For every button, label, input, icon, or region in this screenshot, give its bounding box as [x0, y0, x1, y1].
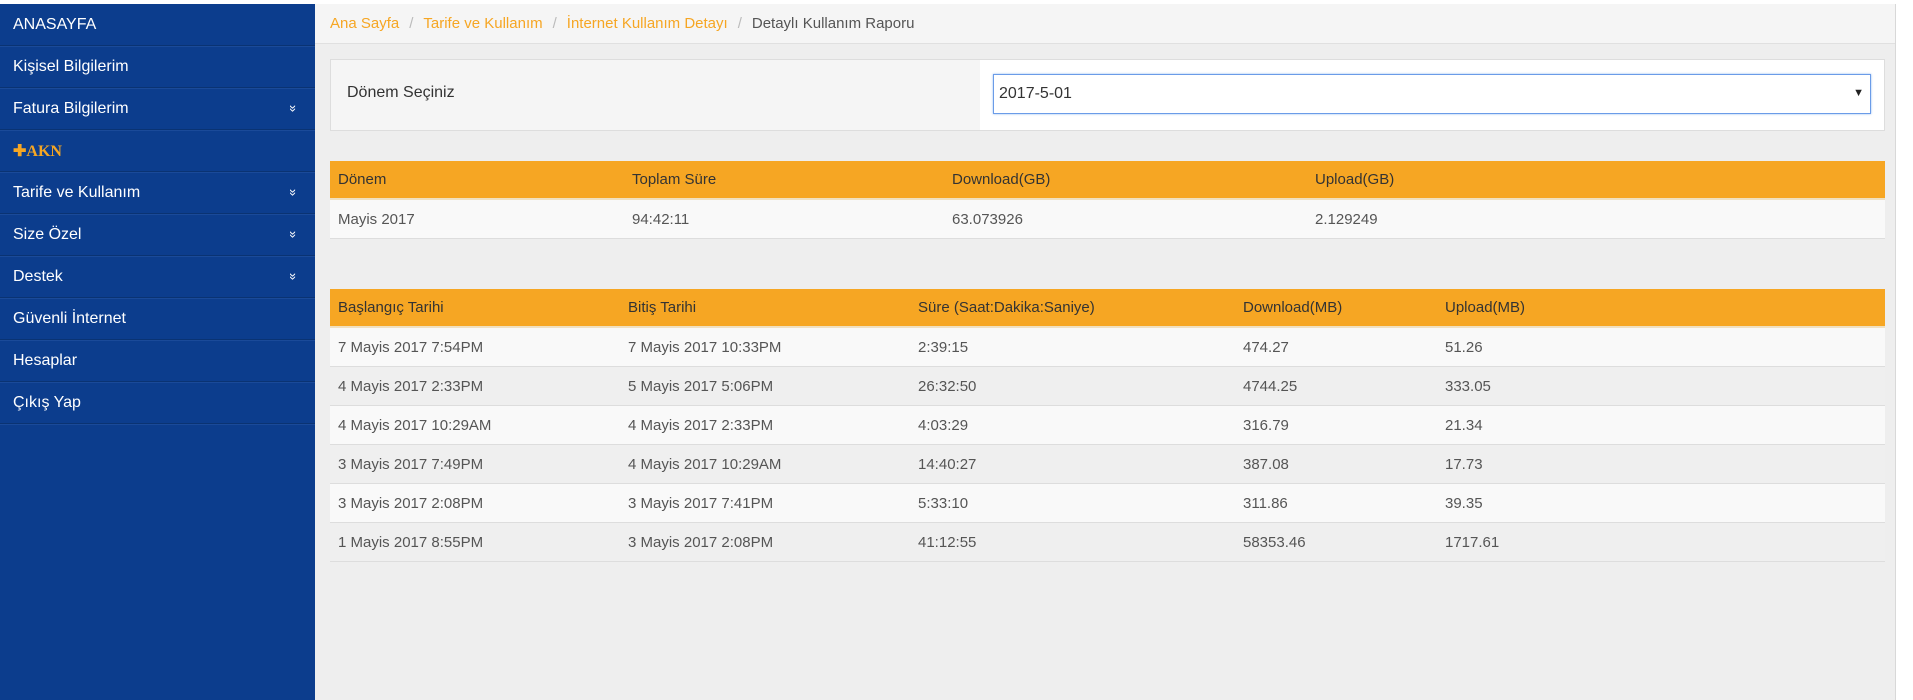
summary-table: Dönem Toplam Süre Download(GB) Upload(GB…	[330, 161, 1885, 239]
summary-header-row: Dönem Toplam Süre Download(GB) Upload(GB…	[330, 161, 1885, 200]
sidebar-item-destek[interactable]: Destek »	[0, 256, 315, 298]
table-row: 1 Mayis 2017 8:55PM 3 Mayis 2017 2:08PM …	[330, 522, 1885, 562]
column-header-bitis-tarihi: Bitiş Tarihi	[620, 289, 910, 328]
sidebar-item-label: Size Özel	[13, 225, 82, 243]
column-header-sure: Süre (Saat:Dakika:Saniye)	[910, 289, 1235, 328]
table-cell: 4744.25	[1235, 366, 1437, 406]
sidebar-item-label: Destek	[13, 267, 63, 285]
table-cell: 63.073926	[944, 199, 1307, 239]
breadcrumb-current: Detaylı Kullanım Raporu	[751, 15, 915, 32]
table-cell: 311.86	[1235, 483, 1437, 523]
table-row: 3 Mayis 2017 7:49PM 4 Mayis 2017 10:29AM…	[330, 444, 1885, 484]
column-header-donem: Dönem	[330, 161, 624, 200]
table-cell: 7 Mayis 2017 7:54PM	[330, 327, 620, 367]
table-cell: 2.129249	[1307, 199, 1885, 239]
period-select-value: 2017-5-01	[999, 85, 1072, 102]
table-cell: 39.35	[1437, 483, 1885, 523]
table-cell: Mayis 2017	[330, 199, 624, 239]
sidebar-item-label: Fatura Bilgilerim	[13, 99, 129, 117]
table-cell: 387.08	[1235, 444, 1437, 484]
column-header-download-gb: Download(GB)	[944, 161, 1307, 200]
sidebar: ANASAYFA Kişisel Bilgilerim Fatura Bilgi…	[0, 4, 315, 700]
sidebar-item-akn[interactable]: ✚AKN	[0, 130, 315, 172]
table-cell: 4:03:29	[910, 405, 1235, 445]
period-select[interactable]: 2017-5-01 ▼	[993, 74, 1871, 114]
table-cell: 1717.61	[1437, 522, 1885, 562]
table-cell: 474.27	[1235, 327, 1437, 367]
breadcrumb-separator: /	[552, 15, 557, 32]
sidebar-item-label: Kişisel Bilgilerim	[13, 57, 129, 75]
sidebar-item-label: ANASAYFA	[13, 15, 97, 33]
sidebar-item-anasayfa[interactable]: ANASAYFA	[0, 4, 315, 46]
table-row: 4 Mayis 2017 10:29AM 4 Mayis 2017 2:33PM…	[330, 405, 1885, 445]
table-cell: 3 Mayis 2017 2:08PM	[620, 522, 910, 562]
table-cell: 5:33:10	[910, 483, 1235, 523]
table-cell: 3 Mayis 2017 7:41PM	[620, 483, 910, 523]
breadcrumb-separator: /	[737, 15, 742, 32]
scrollbar-track[interactable]	[1895, 4, 1913, 700]
table-row: 7 Mayis 2017 7:54PM 7 Mayis 2017 10:33PM…	[330, 327, 1885, 367]
sidebar-item-cikis-yap[interactable]: Çıkış Yap	[0, 382, 315, 424]
table-cell: 3 Mayis 2017 2:08PM	[330, 483, 620, 523]
chevron-double-down-icon: »	[285, 230, 301, 239]
chevron-double-down-icon: »	[285, 272, 301, 281]
period-selector-panel: Dönem Seçiniz 2017-5-01 ▼	[330, 59, 1885, 131]
table-cell: 7 Mayis 2017 10:33PM	[620, 327, 910, 367]
table-cell: 5 Mayis 2017 5:06PM	[620, 366, 910, 406]
table-row: Mayis 2017 94:42:11 63.073926 2.129249	[330, 199, 1885, 239]
column-header-upload-mb: Upload(MB)	[1437, 289, 1885, 328]
sidebar-item-guvenli-internet[interactable]: Güvenli İnternet	[0, 298, 315, 340]
table-cell: 21.34	[1437, 405, 1885, 445]
dropdown-arrow-icon: ▼	[1853, 87, 1864, 99]
table-cell: 41:12:55	[910, 522, 1235, 562]
sidebar-item-fatura-bilgilerim[interactable]: Fatura Bilgilerim »	[0, 88, 315, 130]
column-header-download-mb: Download(MB)	[1235, 289, 1437, 328]
sidebar-item-label: Güvenli İnternet	[13, 309, 126, 327]
table-row: 4 Mayis 2017 2:33PM 5 Mayis 2017 5:06PM …	[330, 366, 1885, 406]
chevron-double-down-icon: »	[285, 104, 301, 113]
chevron-double-down-icon: »	[285, 188, 301, 197]
column-header-upload-gb: Upload(GB)	[1307, 161, 1885, 200]
detail-header-row: Başlangıç Tarihi Bitiş Tarihi Süre (Saat…	[330, 289, 1885, 328]
sidebar-item-kisisel-bilgilerim[interactable]: Kişisel Bilgilerim	[0, 46, 315, 88]
main-content: Ana Sayfa / Tarife ve Kullanım / İnterne…	[315, 4, 1895, 700]
table-cell: 4 Mayis 2017 10:29AM	[330, 405, 620, 445]
table-cell: 316.79	[1235, 405, 1437, 445]
akn-logo: ✚AKN	[13, 142, 62, 160]
table-cell: 94:42:11	[624, 199, 944, 239]
table-cell: 58353.46	[1235, 522, 1437, 562]
table-cell: 51.26	[1437, 327, 1885, 367]
sidebar-item-label: Tarife ve Kullanım	[13, 183, 141, 201]
table-cell: 4 Mayis 2017 10:29AM	[620, 444, 910, 484]
breadcrumb-separator: /	[409, 15, 414, 32]
breadcrumb: Ana Sayfa / Tarife ve Kullanım / İnterne…	[315, 4, 1895, 44]
period-label: Dönem Seçiniz	[347, 84, 455, 101]
table-cell: 17.73	[1437, 444, 1885, 484]
sidebar-item-hesaplar[interactable]: Hesaplar	[0, 340, 315, 382]
table-cell: 4 Mayis 2017 2:33PM	[620, 405, 910, 445]
period-select-container: 2017-5-01 ▼	[980, 60, 1884, 130]
table-cell: 26:32:50	[910, 366, 1235, 406]
table-cell: 2:39:15	[910, 327, 1235, 367]
sidebar-item-tarife-ve-kullanim[interactable]: Tarife ve Kullanım »	[0, 172, 315, 214]
detail-table: Başlangıç Tarihi Bitiş Tarihi Süre (Saat…	[330, 289, 1885, 562]
column-header-baslangic-tarihi: Başlangıç Tarihi	[330, 289, 620, 328]
column-header-toplam-sure: Toplam Süre	[624, 161, 944, 200]
breadcrumb-ana-sayfa[interactable]: Ana Sayfa	[330, 15, 399, 32]
breadcrumb-internet-kullanim-detayi[interactable]: İnternet Kullanım Detayı	[567, 15, 728, 32]
breadcrumb-tarife-ve-kullanim[interactable]: Tarife ve Kullanım	[423, 15, 542, 32]
sidebar-item-label: Çıkış Yap	[13, 393, 81, 411]
table-cell: 1 Mayis 2017 8:55PM	[330, 522, 620, 562]
table-cell: 3 Mayis 2017 7:49PM	[330, 444, 620, 484]
sidebar-item-label: Hesaplar	[13, 351, 78, 369]
table-cell: 4 Mayis 2017 2:33PM	[330, 366, 620, 406]
sidebar-item-size-ozel[interactable]: Size Özel »	[0, 214, 315, 256]
table-cell: 14:40:27	[910, 444, 1235, 484]
table-row: 3 Mayis 2017 2:08PM 3 Mayis 2017 7:41PM …	[330, 483, 1885, 523]
table-cell: 333.05	[1437, 366, 1885, 406]
